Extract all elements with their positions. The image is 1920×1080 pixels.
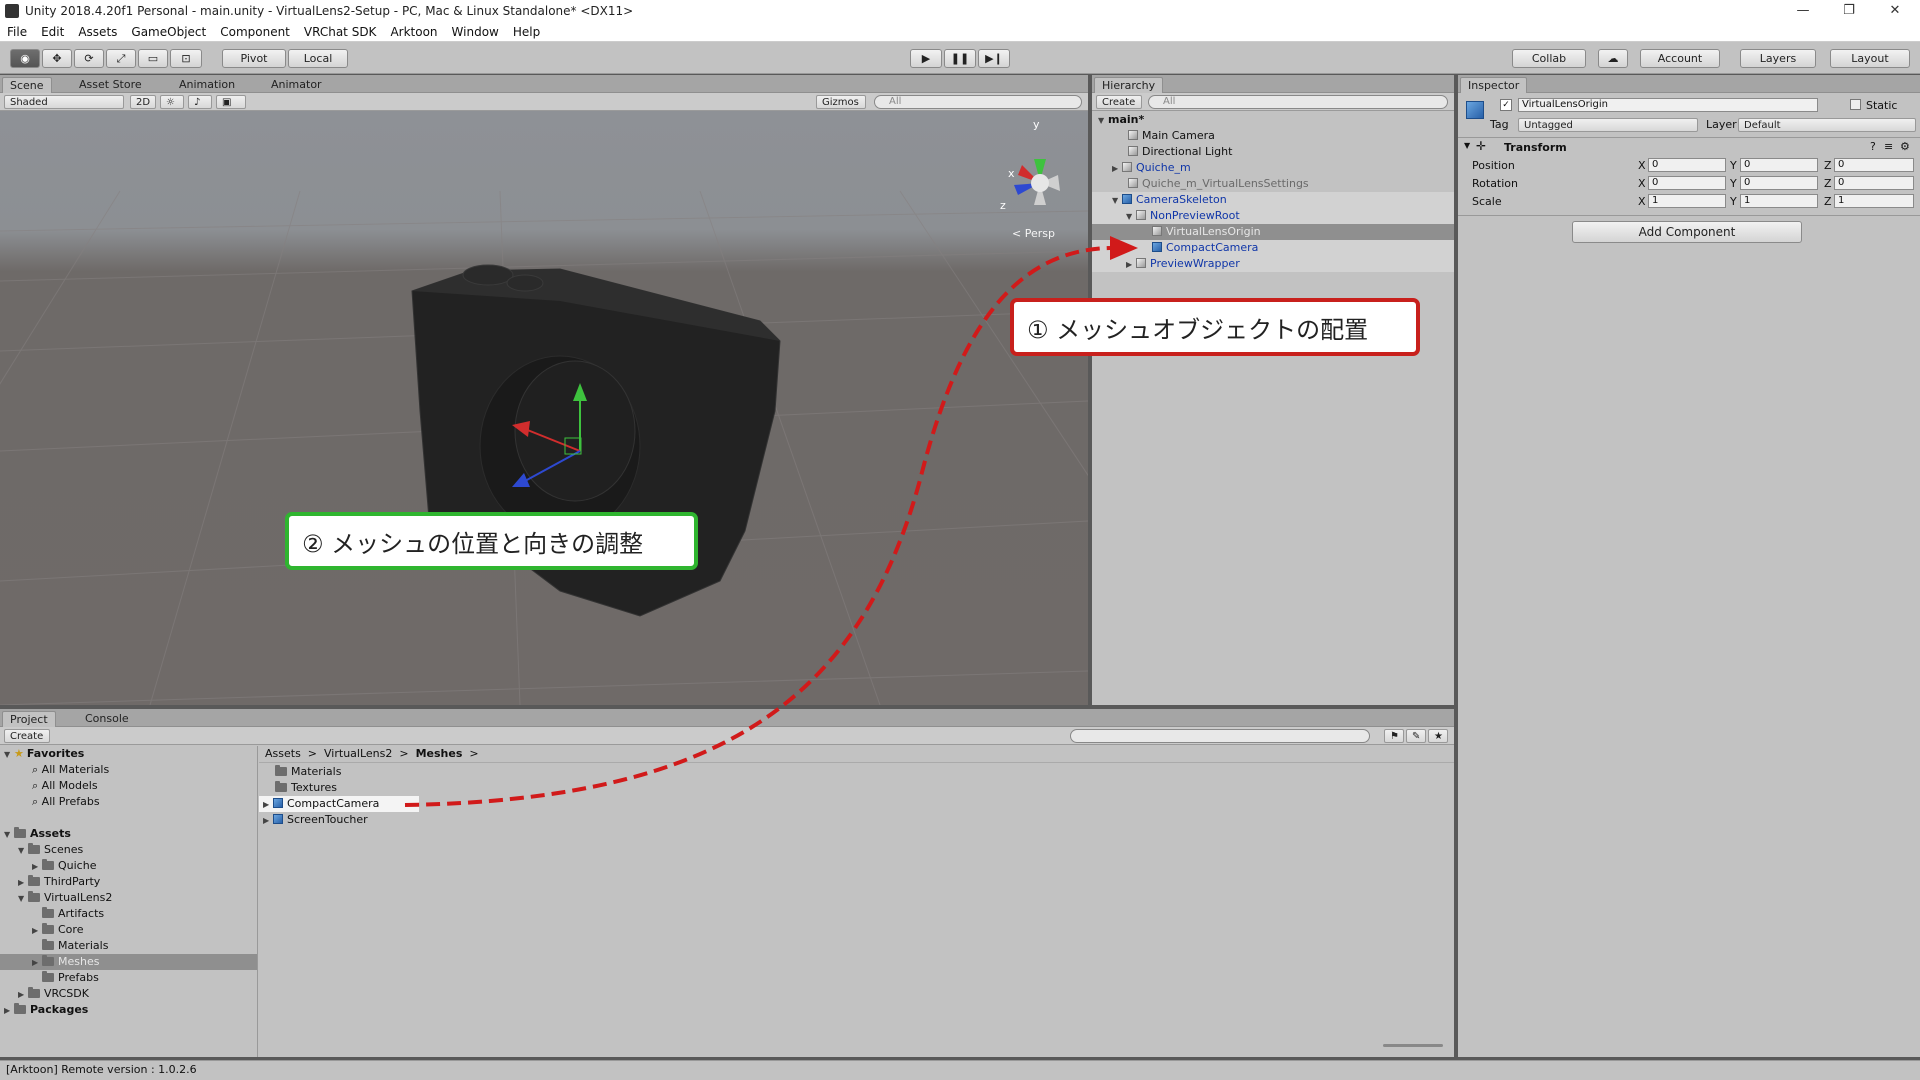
callout-mesh-adjust: ② メッシュの位置と向きの調整 [285, 512, 698, 570]
callout-mesh-placement: ① メッシュオブジェクトの配置 [1010, 298, 1420, 356]
callout-text: ② メッシュの位置と向きの調整 [302, 529, 644, 558]
callout-text: ① メッシュオブジェクトの配置 [1027, 315, 1369, 344]
